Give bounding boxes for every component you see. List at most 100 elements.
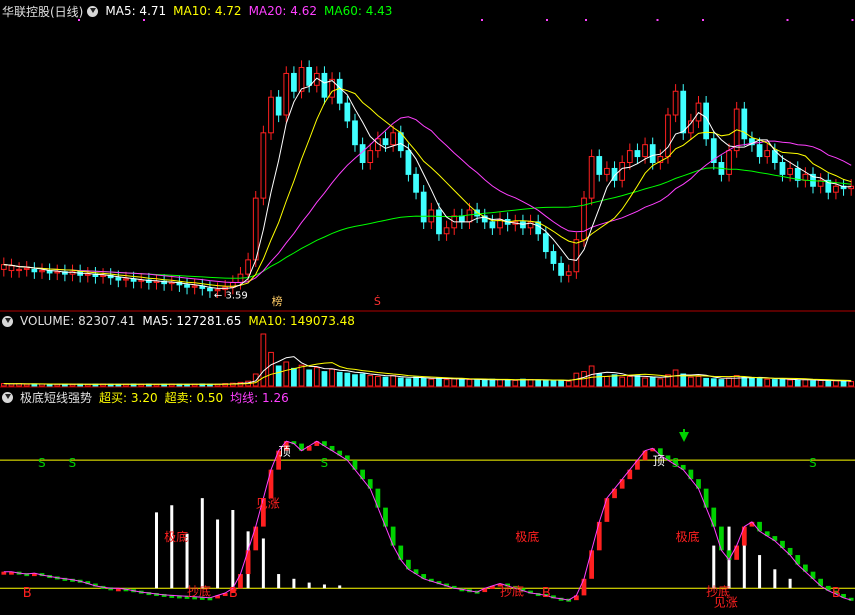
candle	[466, 209, 473, 223]
volume-bar	[474, 379, 480, 387]
volume-bar	[688, 376, 694, 387]
candle	[413, 173, 419, 193]
overbuy-label: 超买: 3.20	[99, 390, 158, 405]
volume-bar	[268, 351, 274, 387]
volume-bar	[291, 367, 297, 387]
volume-bar	[306, 369, 313, 387]
volume-bar	[756, 377, 763, 387]
vol-ma10-label: MA10: 149073.48	[248, 314, 355, 328]
volume-bar	[352, 374, 358, 387]
sell-signal: S	[38, 456, 46, 470]
volume-title: VOLUME: 82307.41	[20, 314, 136, 328]
candle	[649, 144, 656, 163]
volume-bar	[390, 375, 397, 387]
volume-bar	[329, 368, 335, 387]
candle	[436, 209, 442, 235]
ma20-label: MA20: 4.62	[248, 4, 317, 18]
volume-bar	[298, 364, 305, 387]
bottom-bar	[338, 585, 342, 589]
volume-bar	[588, 365, 595, 387]
candle	[321, 72, 328, 98]
volume-bar	[764, 378, 771, 387]
volume-bar	[657, 378, 664, 387]
chevron-down-icon[interactable]	[2, 391, 13, 403]
volume-bar	[397, 377, 404, 387]
buy-signal: B	[229, 586, 238, 601]
signal-dot	[143, 19, 145, 21]
candle	[123, 278, 129, 281]
bottom-bar	[200, 498, 204, 589]
volume-bar	[535, 379, 542, 387]
volume-bar	[497, 379, 503, 387]
indicator-title: 极底短线强势	[20, 390, 93, 405]
volume-bar	[642, 377, 648, 387]
volume-bar	[733, 375, 740, 387]
buy-signal: B	[23, 586, 32, 601]
candle	[31, 268, 38, 273]
candle	[726, 150, 732, 175]
candle	[558, 262, 564, 276]
low-price-label: ← 3.59	[214, 290, 248, 301]
candle	[16, 268, 22, 272]
volume-bar	[382, 376, 389, 387]
candle	[787, 167, 793, 175]
candle	[54, 271, 61, 274]
candle	[306, 67, 313, 86]
sell-signal: S	[672, 456, 680, 470]
bottom-bar	[742, 538, 746, 589]
candle	[405, 150, 412, 175]
sell-signal: S	[320, 456, 328, 470]
volume-legend: VOLUME: 82307.41 MA5: 127281.65 MA10: 14…	[2, 313, 362, 329]
ma5-label: MA5: 4.71	[105, 4, 167, 18]
volume-bar	[848, 381, 855, 387]
ma60-label: MA60: 4.43	[324, 4, 393, 18]
bottom-bar	[292, 578, 296, 589]
candle	[596, 156, 603, 175]
ma10-line	[3, 87, 852, 287]
bottom-bar	[170, 505, 174, 589]
bottom-bar	[307, 582, 311, 589]
chart-canvas: ← 3.59榜Ś涨SSSSSSBBBBBB顶顶见涨见涨极底极底极底抄底抄底抄底升	[0, 19, 855, 609]
candle	[764, 150, 771, 158]
candle	[8, 265, 15, 272]
bottom-bar	[322, 584, 326, 589]
candle	[542, 233, 549, 253]
candle	[336, 78, 343, 104]
badge-label: 榜	[272, 294, 283, 308]
bottom-bar	[261, 538, 265, 589]
bottom-bar	[712, 545, 716, 589]
candle	[489, 221, 496, 229]
oversell-label: 超卖: 0.50	[164, 390, 224, 405]
buy-bottom-label: 抄底	[187, 583, 211, 598]
volume-bar	[840, 380, 847, 387]
volume-bar	[336, 371, 343, 387]
candle	[458, 215, 465, 223]
candle	[420, 191, 427, 223]
candle	[672, 90, 679, 116]
candle	[802, 173, 809, 181]
volume-bar	[741, 376, 748, 387]
candle	[550, 251, 557, 264]
bottom-bar	[758, 555, 762, 589]
volume-bar	[458, 378, 465, 387]
bottom-bar	[231, 510, 235, 589]
buy-bottom-label: 抄底	[500, 583, 524, 598]
candle	[184, 284, 190, 288]
chevron-down-icon[interactable]	[87, 5, 99, 17]
volume-bar	[558, 379, 564, 387]
volume-bar	[787, 379, 793, 387]
candle	[367, 150, 374, 163]
bottom-bar	[154, 512, 158, 589]
volume-bar	[771, 379, 778, 387]
candle	[626, 150, 633, 163]
buy-signal: B	[832, 586, 841, 601]
volume-bar	[313, 367, 320, 387]
volume-bar	[626, 375, 633, 387]
candle	[634, 150, 641, 158]
candle	[291, 72, 297, 92]
volume-bar	[504, 379, 511, 387]
volume-bar	[794, 379, 801, 387]
chevron-down-icon[interactable]	[2, 315, 13, 327]
bottom-label: 极底	[164, 529, 188, 544]
volume-bar	[550, 380, 557, 387]
